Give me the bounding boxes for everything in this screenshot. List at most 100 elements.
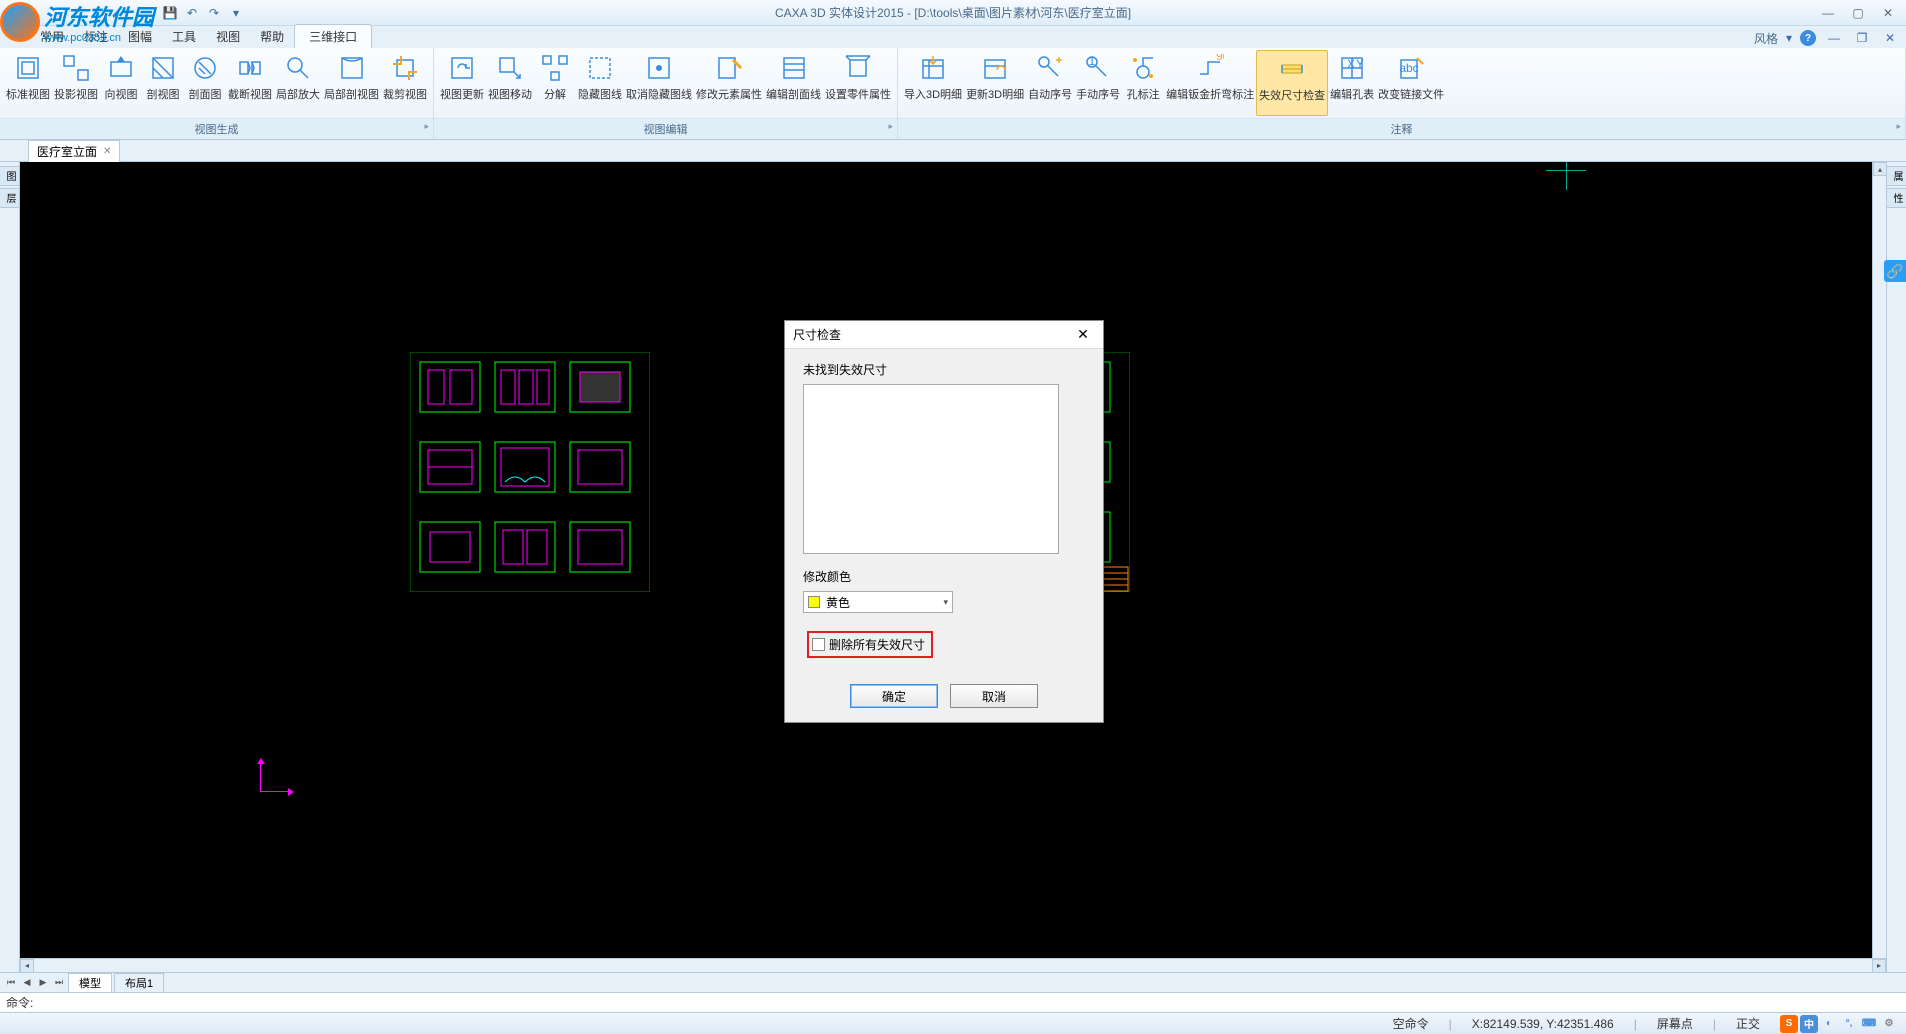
delete-all-label: 删除所有失效尺寸 [829, 636, 925, 653]
tab-nav-next-icon[interactable]: ▶ [36, 975, 50, 991]
explode-button[interactable]: 分解 [534, 50, 576, 116]
auto-number-button[interactable]: 自动序号 [1026, 50, 1074, 116]
side-float-link-icon[interactable]: 🔗 [1884, 260, 1906, 282]
hole-callout-button[interactable]: 孔标注 [1122, 50, 1164, 116]
menu-view[interactable]: 视图 [206, 25, 250, 48]
window-close-button[interactable]: ✕ [1874, 3, 1902, 23]
ribbon-group-label-1: 视图生成 [0, 118, 433, 139]
dropdown-chevron-icon: ▾ [943, 597, 948, 608]
qat-undo-icon[interactable]: ↶ [182, 3, 202, 23]
right-panel-tab-2[interactable]: 性 [1886, 188, 1906, 208]
color-swatch-icon [808, 596, 820, 608]
menu-common[interactable]: 常用 [30, 25, 74, 48]
ribbon-group-label-3: 注释 [898, 118, 1905, 139]
ime-settings-icon[interactable]: ⚙ [1880, 1015, 1898, 1033]
manual-number-button[interactable]: 1手动序号 [1074, 50, 1122, 116]
horizontal-scrollbar[interactable]: ◂ ▸ [20, 958, 1886, 972]
local-section-button[interactable]: 局部剖视图 [322, 50, 381, 116]
tab-nav-first-icon[interactable]: ⏮ [4, 975, 18, 991]
hide-lines-button[interactable]: 隐藏图线 [576, 50, 624, 116]
status-ortho[interactable]: 正交 [1736, 1015, 1760, 1032]
section-drawing-button[interactable]: 剖面图 [184, 50, 226, 116]
document-tab-close-icon[interactable]: ✕ [103, 146, 111, 157]
menu-annotate[interactable]: 标注 [74, 25, 118, 48]
view-update-button[interactable]: 视图更新 [438, 50, 486, 116]
tab-layout1[interactable]: 布局1 [114, 973, 164, 993]
menu-sheet[interactable]: 图幅 [118, 25, 162, 48]
change-link-file-button[interactable]: abc改变链接文件 [1376, 50, 1446, 116]
update-3d-bom-button[interactable]: 更新3D明细 [964, 50, 1026, 116]
ime-tray: S 中 ◐ °, ⌨ ⚙ [1780, 1015, 1898, 1033]
color-dropdown[interactable]: 黄色 ▾ [803, 591, 953, 613]
style-label: 风格 [1754, 30, 1778, 47]
scroll-left-icon[interactable]: ◂ [20, 959, 34, 973]
document-tab[interactable]: 医疗室立面 ✕ [28, 140, 120, 162]
local-enlarge-button[interactable]: 局部放大 [274, 50, 322, 116]
set-part-attr-button[interactable]: 设置零件属性 [823, 50, 893, 116]
qat-save-icon[interactable]: 💾 [160, 3, 180, 23]
edit-hole-table-button[interactable]: XY编辑孔表 [1328, 50, 1376, 116]
document-tabs: 医疗室立面 ✕ [0, 140, 1906, 162]
menu-3d-interface[interactable]: 三维接口 [294, 24, 372, 48]
svg-text:abc: abc [1399, 61, 1418, 75]
status-screen-point[interactable]: 屏幕点 [1657, 1015, 1693, 1032]
import-3d-bom-button[interactable]: 导入3D明细 [902, 50, 964, 116]
direction-view-button[interactable]: 向视图 [100, 50, 142, 116]
ime-halfwidth-icon[interactable]: ◐ [1820, 1015, 1838, 1033]
qat-dropdown-icon[interactable]: ▾ [226, 3, 246, 23]
projection-view-button[interactable]: 投影视图 [52, 50, 100, 116]
mdi-minimize-icon[interactable]: — [1824, 28, 1844, 48]
dialog-titlebar[interactable]: 尺寸检查 ✕ [785, 321, 1103, 349]
tab-model[interactable]: 模型 [68, 973, 112, 993]
window-maximize-button[interactable]: ▢ [1844, 3, 1872, 23]
edit-element-attr-button[interactable]: 修改元素属性 [694, 50, 764, 116]
section-view-button[interactable]: 剖视图 [142, 50, 184, 116]
qat-redo-icon[interactable]: ↷ [204, 3, 224, 23]
dialog-close-button[interactable]: ✕ [1071, 325, 1095, 345]
delete-all-checkbox-row[interactable]: 删除所有失效尺寸 [807, 631, 933, 658]
status-coords: X:82149.539, Y:42351.486 [1472, 1017, 1614, 1031]
unhide-lines-button[interactable]: 取消隐藏图线 [624, 50, 694, 116]
view-move-button[interactable]: 视图移动 [486, 50, 534, 116]
left-panel-tab-2[interactable]: 层 [0, 188, 20, 208]
dialog-result-listbox[interactable] [803, 384, 1059, 554]
ime-punct-icon[interactable]: °, [1840, 1015, 1858, 1033]
dialog-mod-color-label: 修改颜色 [803, 568, 1085, 585]
svg-text:90°: 90° [1216, 54, 1224, 63]
svg-text:Y: Y [1356, 57, 1364, 71]
style-dropdown-icon[interactable]: ▾ [1786, 31, 1792, 45]
cad-drawing-left [410, 352, 650, 592]
command-line[interactable]: 命令: [0, 992, 1906, 1012]
status-empty-cmd: 空命令 [1393, 1015, 1429, 1032]
dialog-cancel-button[interactable]: 取消 [950, 684, 1038, 708]
window-minimize-button[interactable]: — [1814, 3, 1842, 23]
help-icon[interactable]: ? [1800, 30, 1816, 46]
scroll-up-icon[interactable]: ▴ [1873, 162, 1886, 176]
menu-tools[interactable]: 工具 [162, 25, 206, 48]
bottom-tabs: ⏮ ◀ ▶ ⏭ 模型 布局1 [0, 972, 1906, 992]
mdi-close-icon[interactable]: ✕ [1880, 28, 1900, 48]
vertical-scrollbar[interactable]: ▴ [1872, 162, 1886, 958]
delete-all-checkbox[interactable] [812, 638, 825, 651]
invalid-dim-check-button[interactable]: 失效尺寸检查 [1256, 50, 1328, 116]
mdi-restore-icon[interactable]: ❐ [1852, 28, 1872, 48]
left-panel-tab-1[interactable]: 图 [0, 166, 20, 186]
scroll-right-icon[interactable]: ▸ [1872, 959, 1886, 973]
menu-help[interactable]: 帮助 [250, 25, 294, 48]
crop-view-button[interactable]: 裁剪视图 [381, 50, 429, 116]
standard-view-button[interactable]: 标准视图 [4, 50, 52, 116]
broken-view-button[interactable]: 截断视图 [226, 50, 274, 116]
ime-chinese-icon[interactable]: 中 [1800, 1015, 1818, 1033]
right-panel-tab-1[interactable]: 属 [1886, 166, 1906, 186]
tab-nav-last-icon[interactable]: ⏭ [52, 975, 66, 991]
edit-section-line-button[interactable]: 编辑剖面线 [764, 50, 823, 116]
ribbon-group-view-edit: 视图更新 视图移动 分解 隐藏图线 取消隐藏图线 修改元素属性 编辑剖面线 设置… [434, 48, 898, 139]
svg-text:1: 1 [1089, 54, 1096, 68]
ribbon-group-view-gen: 标准视图 投影视图 向视图 剖视图 剖面图 截断视图 局部放大 局部剖视图 裁剪… [0, 48, 434, 139]
ime-keyboard-icon[interactable]: ⌨ [1860, 1015, 1878, 1033]
ime-sogou-icon[interactable]: S [1780, 1015, 1798, 1033]
dimension-check-dialog: 尺寸检查 ✕ 未找到失效尺寸 修改颜色 黄色 ▾ 删除所有失效尺寸 确定 取消 [784, 320, 1104, 723]
edit-sheetmetal-button[interactable]: 90°编辑钣金折弯标注 [1164, 50, 1256, 116]
tab-nav-prev-icon[interactable]: ◀ [20, 975, 34, 991]
dialog-ok-button[interactable]: 确定 [850, 684, 938, 708]
